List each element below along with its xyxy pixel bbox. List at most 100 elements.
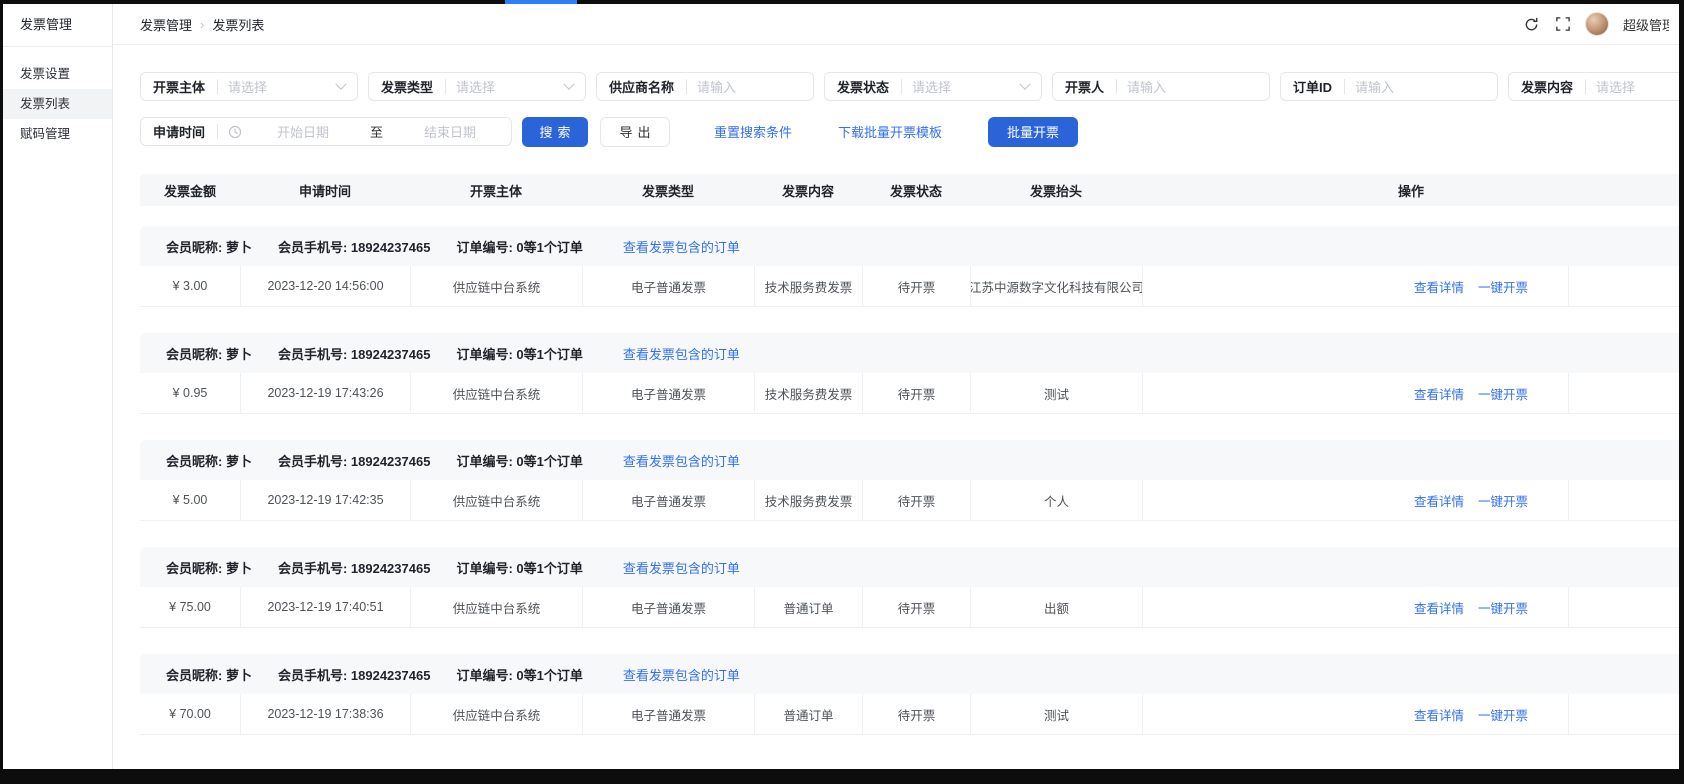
fixed-column-strip [1568, 694, 1679, 734]
table-row: ¥ 70.002023-12-19 17:38:36供应链中台系统电子普通发票普… [140, 694, 1679, 735]
member-phone: 会员手机号: 18924237465 [278, 558, 430, 577]
member-phone: 会员手机号: 18924237465 [278, 665, 430, 684]
input-placeholder[interactable]: 请输入 [687, 77, 813, 96]
export-button[interactable]: 导出 [600, 117, 670, 147]
reset-search-link[interactable]: 重置搜索条件 [714, 122, 792, 141]
column-header-8: 操作 [1142, 181, 1679, 200]
sidebar-item-0[interactable]: 发票设置 [3, 59, 112, 89]
one-click-invoice-link[interactable]: 一键开票 [1478, 705, 1528, 724]
view-detail-link[interactable]: 查看详情 [1414, 705, 1464, 724]
cell-invoice-content: 普通订单 [754, 587, 862, 627]
view-detail-link[interactable]: 查看详情 [1414, 384, 1464, 403]
search-button[interactable]: 搜索 [522, 117, 588, 147]
filter-field-input-2[interactable]: 供应商名称请输入 [596, 72, 814, 101]
sidebar-item-2[interactable]: 赋码管理 [3, 119, 112, 149]
filter-label: 发票状态 [825, 77, 901, 96]
chevron-down-icon [1019, 78, 1030, 89]
cell-invoice-amount: ¥ 3.00 [140, 266, 240, 306]
sidebar-item-1-active[interactable]: 发票列表 [3, 89, 112, 119]
filter-field-select-6[interactable]: 发票内容请选择 [1508, 72, 1679, 101]
filter-field-select-1[interactable]: 发票类型请选择 [368, 72, 586, 101]
fullscreen-icon[interactable] [1554, 16, 1571, 33]
select-placeholder[interactable]: 请选择 [218, 77, 337, 96]
cell-invoice-subject: 供应链中台系统 [410, 373, 582, 413]
window-frame-top [0, 0, 1684, 4]
one-click-invoice-link[interactable]: 一键开票 [1478, 598, 1528, 617]
view-included-orders-link[interactable]: 查看发票包含的订单 [623, 665, 740, 684]
cell-actions: 查看详情一键开票 [1142, 480, 1568, 520]
cell-actions: 查看详情一键开票 [1142, 587, 1568, 627]
top-header: 发票管理 › 发票列表 超级管理员 [113, 4, 1679, 45]
date-range-field[interactable]: 申请时间 开始日期 至 结束日期 [140, 117, 512, 146]
cell-invoice-title: 个人 [970, 480, 1142, 520]
order-number: 订单编号: 0等1个订单 [456, 451, 582, 470]
field-divider [217, 124, 218, 139]
invoice-group: 会员昵称: 萝卜会员手机号: 18924237465订单编号: 0等1个订单查看… [140, 547, 1679, 628]
select-placeholder[interactable]: 请选择 [1586, 77, 1679, 96]
one-click-invoice-link[interactable]: 一键开票 [1478, 277, 1528, 296]
filter-field-input-5[interactable]: 订单ID请输入 [1280, 72, 1498, 101]
window-frame-right [1679, 0, 1684, 784]
breadcrumb-separator-icon: › [200, 17, 204, 32]
select-placeholder[interactable]: 请选择 [902, 77, 1021, 96]
end-date-input[interactable]: 结束日期 [389, 122, 511, 141]
one-click-invoice-link[interactable]: 一键开票 [1478, 491, 1528, 510]
cell-invoice-content: 普通订单 [754, 694, 862, 734]
filter-label: 发票内容 [1509, 77, 1585, 96]
filter-field-select-3[interactable]: 发票状态请选择 [824, 72, 1042, 101]
download-batch-template-link[interactable]: 下载批量开票模板 [838, 122, 942, 141]
filter-row-1: 开票主体请选择发票类型请选择供应商名称请输入发票状态请选择开票人请输入订单ID请… [140, 72, 1679, 101]
topbar-right: 超级管理员 [1523, 12, 1669, 36]
breadcrumb: 发票管理 › 发票列表 [140, 15, 264, 34]
view-detail-link[interactable]: 查看详情 [1414, 491, 1464, 510]
view-included-orders-link[interactable]: 查看发票包含的订单 [623, 344, 740, 363]
group-header-row: 会员昵称: 萝卜会员手机号: 18924237465订单编号: 0等1个订单查看… [140, 226, 1679, 266]
filter-label: 订单ID [1281, 77, 1344, 96]
member-nickname: 会员昵称: 萝卜 [166, 665, 252, 684]
view-detail-link[interactable]: 查看详情 [1414, 277, 1464, 296]
window-frame-bottom [0, 769, 1684, 784]
date-range-label: 申请时间 [141, 122, 217, 141]
column-header-1: 发票金额 [140, 181, 240, 200]
cell-invoice-title: 测试 [970, 694, 1142, 734]
breadcrumb-item-parent[interactable]: 发票管理 [140, 15, 192, 34]
start-date-input[interactable]: 开始日期 [242, 122, 364, 141]
table-row: ¥ 3.002023-12-20 14:56:00供应链中台系统电子普通发票技术… [140, 266, 1679, 307]
view-included-orders-link[interactable]: 查看发票包含的订单 [623, 558, 740, 577]
invoice-table: 发票金额申请时间开票主体发票类型发票内容发票状态发票抬头操作 会员昵称: 萝卜会… [140, 174, 1679, 735]
cell-apply-time: 2023-12-19 17:38:36 [240, 694, 410, 734]
filter-label: 发票类型 [369, 77, 445, 96]
user-avatar[interactable] [1585, 12, 1609, 36]
one-click-invoice-link[interactable]: 一键开票 [1478, 384, 1528, 403]
order-number: 订单编号: 0等1个订单 [456, 558, 582, 577]
filter-field-select-0[interactable]: 开票主体请选择 [140, 72, 358, 101]
cell-invoice-amount: ¥ 5.00 [140, 480, 240, 520]
member-phone: 会员手机号: 18924237465 [278, 237, 430, 256]
cell-apply-time: 2023-12-19 17:40:51 [240, 587, 410, 627]
view-included-orders-link[interactable]: 查看发票包含的订单 [623, 451, 740, 470]
batch-invoice-button[interactable]: 批量开票 [988, 117, 1078, 147]
filter-label: 开票人 [1053, 77, 1116, 96]
view-included-orders-link[interactable]: 查看发票包含的订单 [623, 237, 740, 256]
group-header-row: 会员昵称: 萝卜 会员手机号: 18924237465 订单编号: 0等1个订单 查看… [140, 654, 1679, 694]
column-header-6: 发票状态 [862, 181, 970, 200]
input-placeholder[interactable]: 请输入 [1117, 77, 1269, 96]
member-phone: 会员手机号: 18924237465 [278, 451, 430, 470]
select-placeholder[interactable]: 请选择 [446, 77, 565, 96]
chevron-down-icon [335, 78, 346, 89]
cell-invoice-subject: 供应链中台系统 [410, 694, 582, 734]
cell-invoice-status: 待开票 [862, 694, 970, 734]
column-header-2: 申请时间 [240, 181, 410, 200]
input-placeholder[interactable]: 请输入 [1345, 77, 1497, 96]
cell-invoice-amount: ¥ 75.00 [140, 587, 240, 627]
cell-apply-time: 2023-12-19 17:43:26 [240, 373, 410, 413]
invoice-group: 会员昵称: 萝卜会员手机号: 18924237465订单编号: 0等1个订单查看… [140, 440, 1679, 521]
view-detail-link[interactable]: 查看详情 [1414, 598, 1464, 617]
order-number: 订单编号: 0等1个订单 [456, 665, 582, 684]
filter-field-input-4[interactable]: 开票人请输入 [1052, 72, 1270, 101]
username-label[interactable]: 超级管理员 [1623, 15, 1669, 34]
table-row: ¥ 5.002023-12-19 17:42:35供应链中台系统电子普通发票技术… [140, 480, 1679, 521]
refresh-icon[interactable] [1523, 16, 1540, 33]
column-header-4: 发票类型 [582, 181, 754, 200]
cell-invoice-amount: ¥ 70.00 [140, 694, 240, 734]
